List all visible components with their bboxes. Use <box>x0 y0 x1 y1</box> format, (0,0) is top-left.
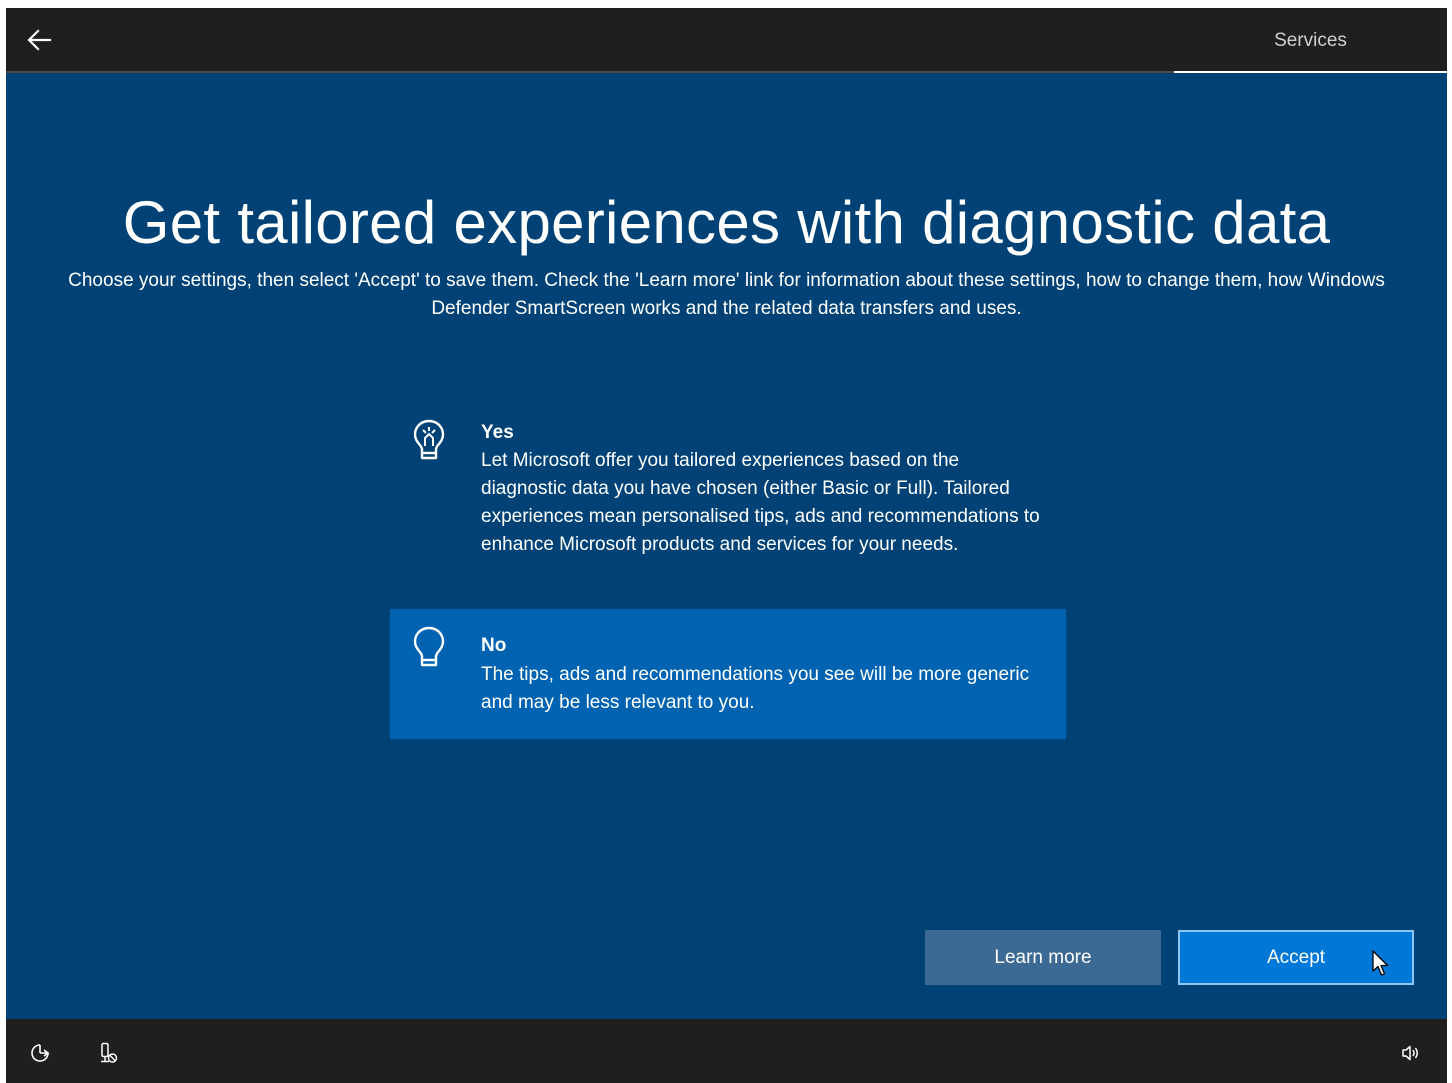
page-title: Get tailored experiences with diagnostic… <box>122 189 1331 256</box>
back-button[interactable] <box>20 22 60 58</box>
bottom-bar <box>6 1019 1447 1083</box>
option-no-description: The tips, ads and recommendations you se… <box>481 664 1030 713</box>
lightbulb-off-icon <box>412 625 446 671</box>
microphone-muted-icon[interactable] <box>97 1042 119 1064</box>
option-yes-title: Yes <box>481 422 514 443</box>
top-bar: Services <box>6 8 1447 71</box>
tab-active-indicator <box>1174 71 1447 73</box>
option-no[interactable]: No The tips, ads and recommendations you… <box>390 609 1066 739</box>
option-yes[interactable]: Yes Let Microsoft offer you tailored exp… <box>390 408 1066 604</box>
back-arrow-icon <box>27 29 52 51</box>
option-yes-description: Let Microsoft offer you tailored experie… <box>481 450 1040 555</box>
learn-more-button[interactable]: Learn more <box>925 930 1161 985</box>
tab-services[interactable]: Services <box>1174 8 1447 71</box>
oobe-screen: Services Get tailored experiences with d… <box>6 8 1447 1083</box>
option-no-title: No <box>481 635 507 656</box>
page-subtitle: Choose your settings, then select 'Accep… <box>68 270 1385 319</box>
mouse-cursor-icon <box>1372 950 1390 978</box>
volume-icon[interactable] <box>1400 1042 1422 1064</box>
lightbulb-on-icon <box>412 418 446 464</box>
ease-of-access-icon[interactable] <box>29 1042 51 1064</box>
